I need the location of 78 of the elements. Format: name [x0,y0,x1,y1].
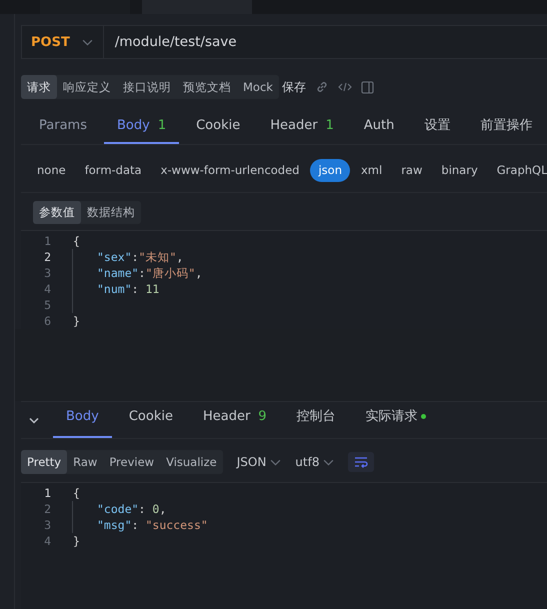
param-tab[interactable]: Cookie [183,111,254,144]
link-icon[interactable] [314,80,329,94]
code-token: "msg" [97,518,132,532]
param-tab[interactable]: Auth [350,111,408,144]
view-mode-tab[interactable]: Preview [103,450,160,474]
code-token: "success" [145,518,208,532]
request-tab[interactable]: 请求 [21,75,57,99]
code-token: : [132,518,140,532]
code-token: , [159,502,166,516]
request-tab[interactable]: 响应定义 [57,75,117,99]
request-tab[interactable]: 接口说明 [117,75,177,99]
code-token: : [132,250,139,264]
response-tab[interactable]: 实际请求 [352,402,439,438]
param-tab[interactable]: 设置 [411,111,464,144]
code-token: { [73,486,80,500]
code-token: "code" [97,502,139,516]
param-tab[interactable]: Body 1 [104,111,180,144]
line-number: 5 [43,297,52,313]
wrap-button[interactable] [348,452,374,472]
body-type-option[interactable]: GraphQL [488,158,547,182]
param-tab[interactable]: Params [26,111,100,144]
code-token: : [132,282,140,296]
line-number: 2 [43,249,52,265]
view-mode-tab[interactable]: Pretty [21,450,68,474]
body-type-option[interactable]: form-data [76,158,150,182]
body-type-option[interactable]: json [310,158,350,182]
response-tab[interactable]: 控制台 [284,402,349,438]
param-tab[interactable]: 前置操作 [467,111,546,144]
code-token: , [195,266,202,280]
param-tab[interactable]: Header 1 [257,111,347,144]
code-icon[interactable] [338,81,352,93]
body-type-option[interactable]: raw [393,158,430,182]
code-token: : [138,266,146,280]
code-token: "未知" [138,250,176,264]
method-select[interactable]: POST [22,34,70,50]
code-token: { [73,234,80,248]
chevron-icon [270,458,282,466]
line-number: 4 [43,533,52,549]
code-editor[interactable]: 1 { 2 "sex":"未知", 3 "name":"唐小码", 4 "num": 11 5 6 } [21,230,547,329]
editor-tab[interactable]: 数据结构 [81,201,141,224]
save-button[interactable]: 保存 [282,78,306,96]
chevron-icon [323,458,334,466]
code-token: , [176,250,184,264]
editor-tab[interactable]: 参数值 [33,201,81,224]
code-token: : [138,502,146,516]
code-token: } [73,314,80,328]
view-mode-tab[interactable]: Visualize [160,450,223,474]
code-token: 11 [145,282,160,296]
body-type-option[interactable]: binary [433,158,486,182]
line-number: 3 [43,517,52,533]
code-token: 0 [152,502,160,516]
response-tab[interactable]: Body [53,402,112,438]
collapse-icon[interactable] [29,416,39,424]
code-token: "name" [97,266,139,280]
code-token: "唐小码" [145,266,196,280]
request-tab[interactable]: Mock [237,75,279,99]
url-field[interactable]: /module/test/save [102,26,237,58]
view-mode-tab[interactable]: Raw [67,450,104,474]
line-number: 2 [43,501,52,517]
response-tab[interactable]: Cookie [116,402,186,438]
sidebar-icon[interactable] [360,80,374,94]
code-token: "num" [97,282,132,296]
wrap-icon [354,456,368,468]
line-number: 1 [43,233,52,249]
body-type-option[interactable]: none [29,158,74,182]
line-number: 6 [43,313,52,329]
chevron-icon[interactable] [82,38,93,46]
body-type-option[interactable]: x-www-form-urlencoded [152,158,308,182]
line-number: 4 [43,281,52,297]
request-tab[interactable]: 预览文档 [177,75,237,99]
format-select[interactable]: JSON [236,455,282,469]
code-token: "sex" [97,250,132,264]
line-number: 3 [43,265,52,281]
response-tab[interactable]: Header 9 [190,402,280,438]
code-token: } [73,534,80,548]
encoding-select[interactable]: utf8 [295,455,334,469]
body-type-option[interactable]: xml [353,158,390,182]
line-number: 1 [43,485,52,501]
